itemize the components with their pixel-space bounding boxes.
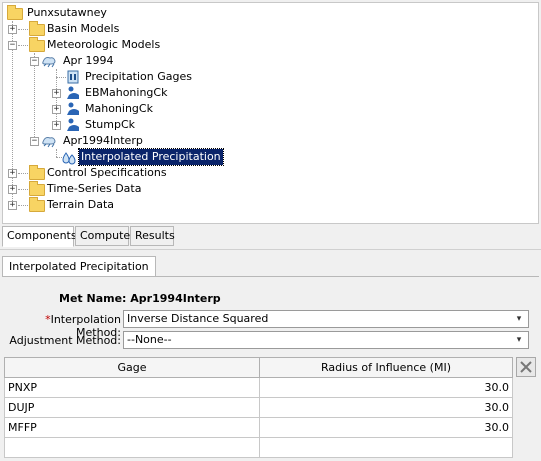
collapse-icon[interactable]: −: [8, 41, 17, 50]
met-name-value: Apr1994Interp: [130, 292, 221, 305]
expand-icon[interactable]: +: [52, 105, 61, 114]
tree-node-control-specifications[interactable]: + Control Specifications: [5, 165, 205, 181]
tab-compute[interactable]: Compute: [75, 226, 130, 246]
chevron-down-icon: ▾: [516, 335, 522, 345]
tree-label: Interpolated Precipitation: [78, 148, 224, 166]
adjustment-method-label: Adjustment Method:: [9, 334, 121, 347]
met-model-icon: [42, 57, 56, 68]
tree-label: Control Specifications: [47, 166, 167, 179]
tree-node-precipitation-gages[interactable]: Precipitation Gages: [49, 69, 249, 85]
tab-results[interactable]: Results: [130, 226, 175, 246]
column-header-gage[interactable]: Gage: [4, 357, 260, 378]
gage-icon: [67, 70, 79, 84]
table-row[interactable]: PNXP 30.0: [4, 377, 513, 398]
tree-label: Time-Series Data: [47, 182, 142, 195]
tree-node-time-series-data[interactable]: + Time-Series Data: [5, 181, 205, 197]
tree-node-ebmahoningck[interactable]: + EBMahoningCk: [49, 85, 249, 101]
radius-cell[interactable]: 30.0: [259, 417, 513, 438]
tree-label: Basin Models: [47, 22, 120, 35]
met-name-row: Met Name: Apr1994Interp: [59, 292, 221, 305]
interpolation-method-select[interactable]: Inverse Distance Squared ▾: [123, 310, 529, 328]
expand-icon[interactable]: +: [52, 121, 61, 130]
tab-components[interactable]: Components: [2, 226, 77, 247]
water-drops-icon: [62, 152, 76, 165]
adjustment-method-select[interactable]: --None-- ▾: [123, 331, 529, 349]
subbasin-icon: [67, 118, 79, 131]
radius-cell[interactable]: 30.0: [259, 397, 513, 418]
folder-icon: [29, 37, 45, 52]
collapse-icon[interactable]: −: [30, 137, 39, 146]
tab-interpolated-precipitation[interactable]: Interpolated Precipitation: [2, 256, 156, 277]
folder-icon: [29, 165, 45, 180]
tree-label: Terrain Data: [47, 198, 114, 211]
table-row[interactable]: DUJP 30.0: [4, 397, 513, 418]
tree-label: StumpCk: [85, 118, 136, 131]
tree-node-met-apr1994interp[interactable]: − Apr1994Interp: [27, 133, 227, 149]
tree-label: Precipitation Gages: [85, 70, 192, 83]
gage-cell[interactable]: PNXP: [4, 377, 260, 398]
radius-cell[interactable]: 30.0: [259, 377, 513, 398]
table-row[interactable]: MFFP 30.0: [4, 417, 513, 438]
gage-cell[interactable]: MFFP: [4, 417, 260, 438]
tree-node-stumpck[interactable]: + StumpCk: [49, 117, 249, 133]
gage-table: Gage Radius of Influence (MI) PNXP 30.0 …: [4, 357, 513, 458]
expand-icon[interactable]: +: [8, 169, 17, 178]
chevron-down-icon: ▾: [516, 314, 522, 324]
gage-cell[interactable]: DUJP: [4, 397, 260, 418]
folder-icon: [29, 181, 45, 196]
expand-icon[interactable]: +: [8, 25, 17, 34]
tree-label: Apr1994Interp: [63, 134, 143, 147]
tree-node-interpolated-precipitation[interactable]: Interpolated Precipitation: [49, 148, 249, 166]
project-tree[interactable]: Punxsutawney + Basin Models − Meteorolog…: [2, 2, 539, 224]
met-name-label: Met Name:: [59, 292, 127, 305]
folder-icon: [29, 197, 45, 212]
collapse-icon[interactable]: −: [30, 57, 39, 66]
tree-label: Apr 1994: [63, 54, 114, 67]
close-icon: [520, 361, 532, 373]
folder-icon: [29, 21, 45, 36]
subbasin-icon: [67, 86, 79, 99]
subbasin-icon: [67, 102, 79, 115]
tree-node-mahoningck[interactable]: + MahoningCk: [49, 101, 249, 117]
tree-node-terrain-data[interactable]: + Terrain Data: [5, 197, 205, 213]
tree-label: EBMahoningCk: [85, 86, 168, 99]
tree-label: MahoningCk: [85, 102, 153, 115]
table-header-row: Gage Radius of Influence (MI): [4, 357, 513, 378]
tree-label: Punxsutawney: [27, 6, 107, 19]
radius-cell[interactable]: [259, 437, 513, 458]
expand-icon[interactable]: +: [8, 185, 17, 194]
tree-node-meteorologic-models[interactable]: − Meteorologic Models: [5, 37, 205, 53]
tree-node-basin-models[interactable]: + Basin Models: [5, 21, 205, 37]
tree-node-met-apr1994[interactable]: − Apr 1994: [27, 53, 227, 69]
expand-icon[interactable]: +: [8, 201, 17, 210]
table-row[interactable]: [4, 437, 513, 458]
column-header-radius[interactable]: Radius of Influence (MI): [259, 357, 513, 378]
pane-divider[interactable]: [0, 249, 541, 250]
delete-row-button[interactable]: [516, 357, 536, 377]
met-model-icon: [42, 137, 56, 148]
tree-label: Meteorologic Models: [47, 38, 161, 51]
gage-cell[interactable]: [4, 437, 260, 458]
expand-icon[interactable]: +: [52, 89, 61, 98]
folder-icon: [7, 5, 23, 20]
